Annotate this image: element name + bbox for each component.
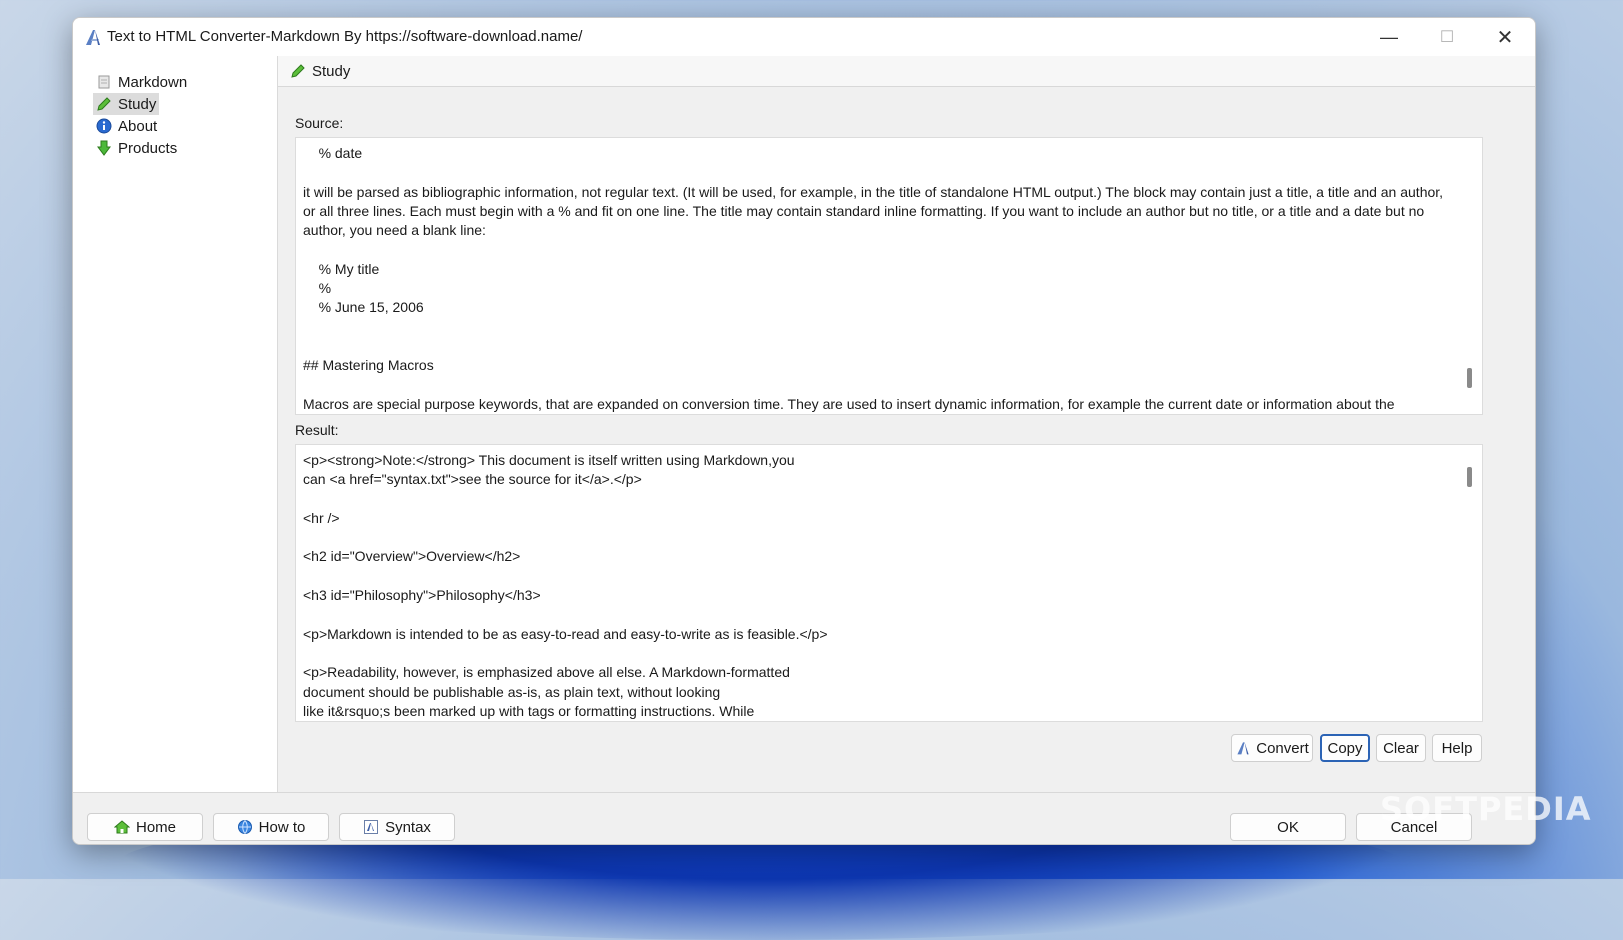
document-icon [98, 75, 110, 89]
sidebar-nav: Markdown Study About Products [73, 56, 278, 792]
source-label: Source: [295, 115, 344, 131]
home-label: Home [135, 818, 176, 836]
ok-label: OK [1277, 818, 1299, 836]
howto-label: How to [258, 818, 306, 836]
maximize-button[interactable]: ☐ [1418, 18, 1476, 56]
pencil-icon [291, 64, 305, 78]
source-scrollbar[interactable] [1467, 368, 1472, 388]
help-button[interactable]: Help [1432, 734, 1482, 762]
home-icon [113, 820, 130, 834]
home-button[interactable]: Home [87, 813, 203, 841]
info-icon [96, 118, 112, 134]
panel-title: Study [312, 62, 351, 80]
source-textarea[interactable]: % date it will be parsed as bibliographi… [295, 137, 1483, 415]
title-bar[interactable]: Text to HTML Converter-Markdown By https… [73, 18, 1535, 56]
download-arrow-icon [97, 140, 111, 156]
result-scrollbar[interactable] [1467, 467, 1472, 487]
copy-label: Copy [1327, 739, 1363, 757]
result-text: <p><strong>Note:</strong> This document … [303, 452, 828, 719]
clear-button[interactable]: Clear [1376, 734, 1426, 762]
study-panel: Study Source: % date it will be parsed a… [278, 56, 1535, 792]
sidebar-item-products[interactable]: Products [93, 137, 180, 159]
syntax-doc-icon [364, 820, 379, 834]
close-button[interactable]: ✕ [1476, 18, 1534, 56]
result-label: Result: [295, 422, 339, 438]
result-textarea[interactable]: <p><strong>Note:</strong> This document … [295, 444, 1483, 722]
window-title: Text to HTML Converter-Markdown By https… [107, 28, 583, 45]
panel-header: Study [278, 56, 1535, 87]
source-text: % date it will be parsed as bibliographi… [303, 145, 1444, 412]
browser-globe-icon [237, 820, 252, 834]
howto-button[interactable]: How to [213, 813, 329, 841]
app-logo-icon [86, 30, 100, 45]
help-label: Help [1441, 739, 1473, 757]
copy-button[interactable]: Copy [1320, 734, 1370, 762]
convert-button[interactable]: Convert [1231, 734, 1313, 762]
convert-icon [1237, 742, 1249, 755]
app-window: Text to HTML Converter-Markdown By https… [72, 17, 1536, 845]
softpedia-watermark: SOFTPEDIA [1380, 790, 1592, 828]
footer-bar: Home How to Syntax OK Cancel [73, 792, 1535, 844]
minimize-button[interactable]: — [1360, 18, 1418, 56]
clear-label: Clear [1383, 739, 1419, 757]
syntax-button[interactable]: Syntax [339, 813, 455, 841]
sidebar-item-label: Markdown [118, 73, 188, 91]
sidebar-item-label: Products [118, 139, 178, 157]
sidebar-item-about[interactable]: About [93, 115, 160, 137]
convert-label: Convert [1256, 739, 1309, 757]
sidebar-item-markdown[interactable]: Markdown [93, 71, 190, 93]
minimize-icon: — [1380, 26, 1398, 47]
maximize-icon: ☐ [1439, 29, 1455, 46]
sidebar-item-label: About [118, 117, 158, 135]
syntax-label: Syntax [385, 818, 431, 836]
close-icon: ✕ [1496, 26, 1514, 49]
pencil-icon [97, 97, 111, 111]
sidebar-item-label: Study [118, 95, 157, 113]
ok-button[interactable]: OK [1230, 813, 1346, 841]
sidebar-item-study[interactable]: Study [93, 93, 160, 115]
